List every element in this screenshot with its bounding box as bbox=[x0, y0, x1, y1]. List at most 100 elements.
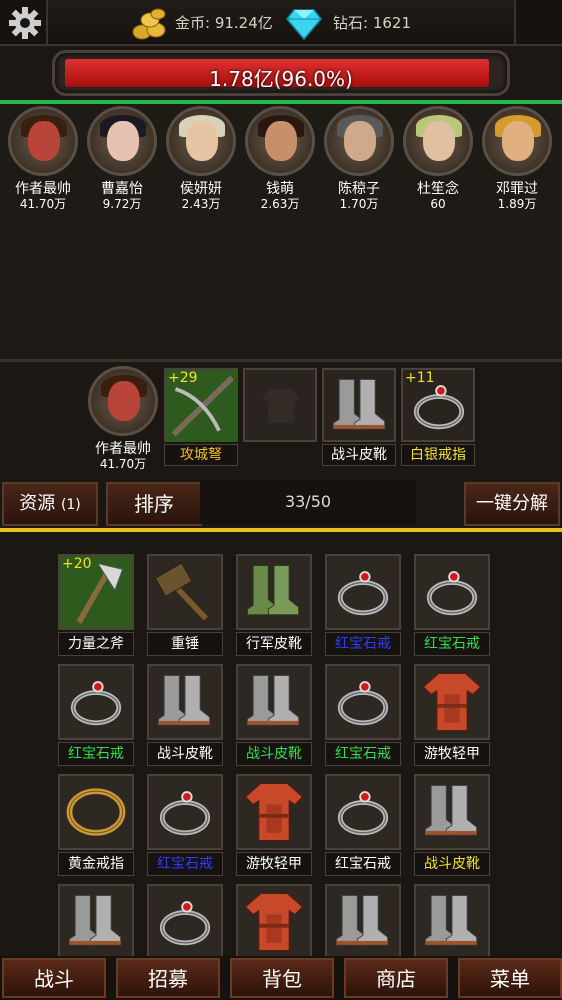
empty-armor-slot-icon bbox=[245, 381, 317, 446]
green-boots-icon bbox=[238, 565, 310, 632]
item-slot bbox=[414, 554, 490, 630]
hero-card[interactable]: 侯妍妍 2.43万 bbox=[164, 106, 238, 211]
inventory-item[interactable]: 红宝石戒 bbox=[325, 774, 401, 876]
nav-recruit-button[interactable]: 招募 bbox=[116, 958, 220, 998]
hero-power: 1.89万 bbox=[497, 197, 537, 211]
inventory-item[interactable] bbox=[58, 884, 134, 956]
armor-icon bbox=[238, 783, 310, 852]
avatar bbox=[88, 366, 158, 436]
hero-card[interactable]: 作者最帅 41.70万 bbox=[6, 106, 80, 211]
inventory-item[interactable]: 游牧轻甲 bbox=[414, 664, 490, 766]
resource-button[interactable]: 资源 (1) bbox=[2, 482, 98, 526]
item-name: 红宝石戒 bbox=[58, 742, 134, 766]
hero-card[interactable]: 邓罪过 1.89万 bbox=[480, 106, 554, 211]
item-name: 黄金戒指 bbox=[58, 852, 134, 876]
ring-icon bbox=[60, 681, 132, 742]
selected-hero-name: 作者最帅 bbox=[95, 441, 151, 457]
inventory-item[interactable]: 红宝石戒 bbox=[58, 664, 134, 766]
boots-icon bbox=[327, 895, 399, 956]
inventory-item[interactable]: 战斗皮靴 bbox=[414, 774, 490, 876]
equip-slot[interactable] bbox=[243, 368, 317, 442]
inventory-item[interactable]: 行军皮靴 bbox=[236, 554, 312, 656]
boss-hp-bar: 1.78亿(96.0%) bbox=[52, 50, 510, 96]
equip-label: 白银戒指 bbox=[401, 444, 475, 466]
item-name: 战斗皮靴 bbox=[236, 742, 312, 766]
item-name: 游牧轻甲 bbox=[236, 852, 312, 876]
battle-area: 作者最帅 41.70万 曹嘉怡 9.72万 侯妍妍 2.43万 钱萌 2.63万… bbox=[0, 104, 562, 362]
item-name: 战斗皮靴 bbox=[147, 742, 223, 766]
item-slot bbox=[236, 664, 312, 740]
hero-name: 邓罪过 bbox=[496, 181, 538, 197]
inventory-item[interactable]: 重锤 bbox=[147, 554, 223, 656]
hero-power: 60 bbox=[430, 197, 446, 211]
armor-icon bbox=[416, 673, 488, 742]
ring-icon bbox=[327, 791, 399, 852]
enhance-level: +29 bbox=[168, 370, 198, 386]
inventory-item[interactable]: 游牧轻甲 bbox=[236, 774, 312, 876]
hero-power: 2.43万 bbox=[181, 197, 221, 211]
sort-button[interactable]: 排序 bbox=[106, 482, 202, 526]
gold-amount: 金币: 91.24亿 bbox=[175, 14, 273, 32]
item-name: 游牧轻甲 bbox=[414, 742, 490, 766]
nav-shop-button[interactable]: 商店 bbox=[344, 958, 448, 998]
avatar bbox=[245, 106, 315, 176]
ring-icon bbox=[327, 681, 399, 742]
inventory-item[interactable]: 红宝石戒 bbox=[414, 554, 490, 656]
item-slot bbox=[58, 774, 134, 850]
hero-power: 41.70万 bbox=[19, 197, 67, 211]
gear-icon[interactable] bbox=[8, 6, 42, 40]
inventory-item[interactable] bbox=[147, 884, 223, 956]
equip-label: 攻城弩 bbox=[164, 444, 238, 466]
item-slot bbox=[325, 664, 401, 740]
item-slot bbox=[147, 774, 223, 850]
hero-power: 2.63万 bbox=[260, 197, 300, 211]
avatar bbox=[324, 106, 394, 176]
diamond-icon bbox=[286, 9, 322, 40]
hero-card[interactable]: 钱萌 2.63万 bbox=[243, 106, 317, 211]
inventory-item[interactable]: +20 力量之斧 bbox=[58, 554, 134, 656]
hammer-icon bbox=[149, 562, 221, 632]
hero-card[interactable]: 杜笙念 60 bbox=[401, 106, 475, 211]
inventory-item[interactable]: 黄金戒指 bbox=[58, 774, 134, 876]
avatar bbox=[403, 106, 473, 176]
hero-card[interactable]: 陈稤子 1.70万 bbox=[322, 106, 396, 211]
item-slot bbox=[147, 664, 223, 740]
hero-card[interactable]: 曹嘉怡 9.72万 bbox=[85, 106, 159, 211]
ring-icon bbox=[149, 901, 221, 956]
nav-menu-button[interactable]: 菜单 bbox=[458, 958, 562, 998]
hp-text: 1.78亿(96.0%) bbox=[209, 67, 353, 91]
inventory-item[interactable]: 红宝石戒 bbox=[325, 554, 401, 656]
inventory-item[interactable]: 战斗皮靴 bbox=[147, 664, 223, 766]
bag-capacity: 33/50 bbox=[200, 480, 416, 524]
inventory-item[interactable]: 红宝石戒 bbox=[147, 774, 223, 876]
inventory-item[interactable]: 红宝石戒 bbox=[325, 664, 401, 766]
item-slot bbox=[325, 774, 401, 850]
hero-name: 作者最帅 bbox=[15, 181, 71, 197]
decompose-all-button[interactable]: 一键分解 bbox=[464, 482, 560, 526]
item-slot bbox=[325, 554, 401, 630]
armor-icon bbox=[238, 893, 310, 956]
hero-name: 钱萌 bbox=[266, 181, 294, 197]
item-slot bbox=[58, 884, 134, 956]
inventory-item[interactable]: 战斗皮靴 bbox=[236, 664, 312, 766]
ring-icon bbox=[327, 571, 399, 632]
item-slot bbox=[414, 774, 490, 850]
item-slot bbox=[414, 664, 490, 740]
selected-hero[interactable]: 作者最帅 41.70万 bbox=[86, 366, 160, 471]
equip-slot[interactable]: +11 bbox=[401, 368, 475, 442]
equip-slot[interactable]: +29 bbox=[164, 368, 238, 442]
equip-slot[interactable] bbox=[322, 368, 396, 442]
hero-name: 侯妍妍 bbox=[180, 181, 222, 197]
inventory-item[interactable] bbox=[236, 884, 312, 956]
diamond-amount: 钻石: 1621 bbox=[333, 14, 411, 32]
nav-battle-button[interactable]: 战斗 bbox=[2, 958, 106, 998]
inventory-item[interactable] bbox=[325, 884, 401, 956]
equip-label: 战斗皮靴 bbox=[322, 444, 396, 466]
hero-power: 9.72万 bbox=[102, 197, 142, 211]
inventory-item[interactable] bbox=[414, 884, 490, 956]
item-slot bbox=[147, 554, 223, 630]
boots-icon bbox=[416, 785, 488, 852]
boots-icon bbox=[60, 895, 132, 956]
nav-bag-button[interactable]: 背包 bbox=[230, 958, 334, 998]
item-name: 红宝石戒 bbox=[325, 852, 401, 876]
